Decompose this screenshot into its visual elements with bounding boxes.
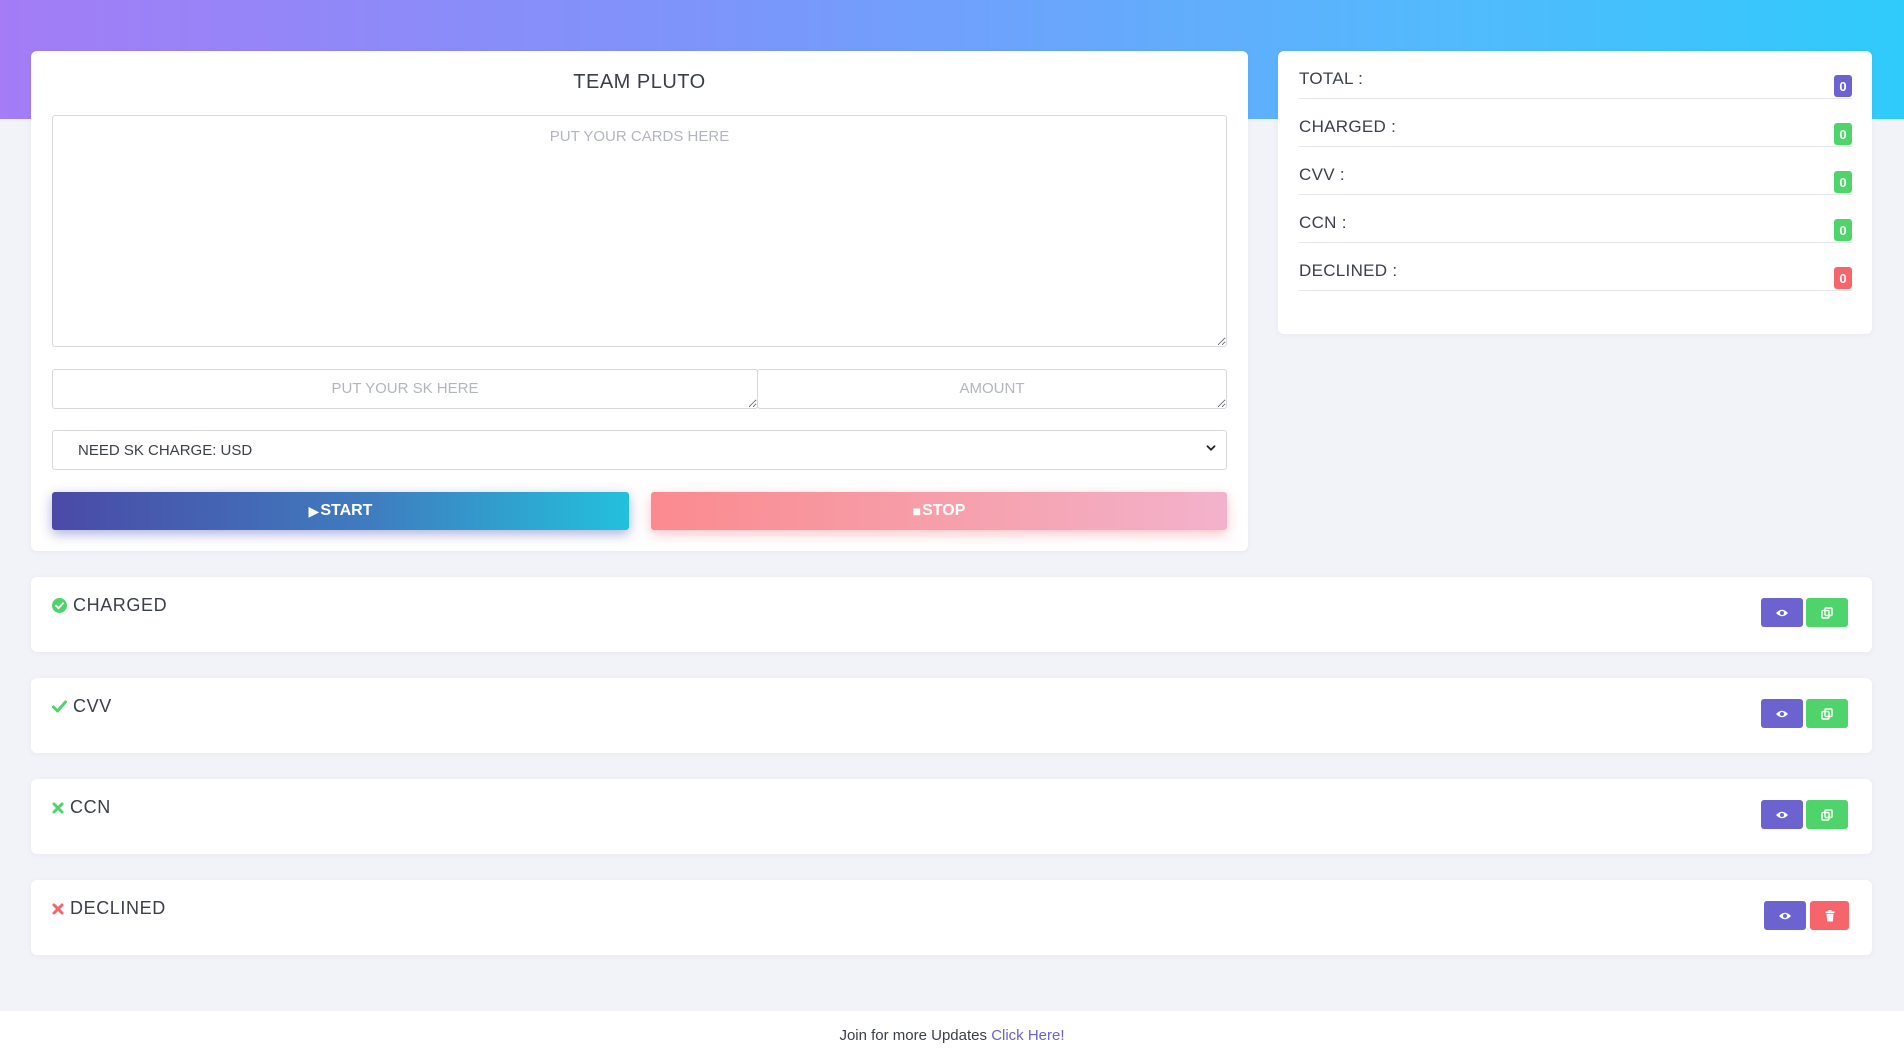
eye-icon (1776, 811, 1788, 818)
copy-icon (1821, 606, 1833, 619)
view-charged-button[interactable] (1761, 598, 1803, 627)
stat-row-total: TOTAL : 0 (1299, 51, 1852, 99)
stat-row-charged: CHARGED : 0 (1299, 99, 1852, 147)
checker-form-card: TEAM PLUTO NEED SK CHARGE: USD ▶ START ■… (31, 51, 1248, 551)
result-title-charged: CHARGED (73, 595, 168, 615)
start-button[interactable]: ▶ START (52, 492, 629, 530)
chevron-down-icon (1206, 445, 1216, 451)
result-title-ccn: CCN (70, 797, 111, 817)
page-title: TEAM PLUTO (573, 71, 706, 93)
view-ccn-button[interactable] (1761, 800, 1803, 829)
check-icon (52, 700, 67, 713)
sk-input[interactable] (52, 369, 758, 409)
stat-badge-total: 0 (1834, 75, 1852, 97)
result-header-ccn: CCN (52, 797, 111, 818)
stat-row-declined: DECLINED : 0 (1299, 243, 1852, 291)
stat-row-ccn: CCN : 0 (1299, 195, 1852, 243)
stop-button-label: STOP (922, 502, 966, 519)
result-title-declined: DECLINED (70, 898, 166, 918)
view-cvv-button[interactable] (1761, 699, 1803, 728)
footer: Join for more Updates Click Here! (0, 1011, 1904, 1050)
stat-badge-declined: 0 (1834, 267, 1852, 289)
eye-icon (1776, 609, 1788, 616)
view-declined-button[interactable] (1764, 901, 1806, 930)
result-card-ccn: CCN (31, 779, 1872, 854)
x-icon (52, 802, 64, 814)
result-header-charged: CHARGED (52, 595, 167, 616)
stat-label-cvv: CVV : (1299, 165, 1345, 184)
sk-charge-select-value: NEED SK CHARGE: USD (78, 441, 253, 459)
result-header-cvv: CVV (52, 696, 112, 717)
sk-charge-select[interactable]: NEED SK CHARGE: USD (52, 430, 1227, 470)
result-card-charged: CHARGED (31, 577, 1872, 652)
play-icon: ▶ (308, 502, 320, 519)
amount-input[interactable] (757, 369, 1227, 409)
stat-label-declined: DECLINED : (1299, 261, 1398, 280)
stop-icon: ■ (912, 503, 922, 519)
result-title-cvv: CVV (73, 696, 112, 716)
stat-label-total: TOTAL : (1299, 69, 1364, 88)
eye-icon (1779, 912, 1791, 919)
stats-card: TOTAL : 0 CHARGED : 0 CVV : 0 CCN : 0 DE… (1278, 51, 1872, 334)
footer-link[interactable]: Click Here! (991, 1027, 1064, 1044)
copy-icon (1821, 707, 1833, 720)
result-card-declined: DECLINED (31, 880, 1872, 955)
x-icon (52, 903, 64, 915)
start-button-label: START (320, 502, 373, 519)
check-circle-icon (52, 598, 67, 613)
copy-icon (1821, 808, 1833, 821)
stat-badge-charged: 0 (1834, 123, 1852, 145)
result-header-declined: DECLINED (52, 898, 166, 919)
cards-input[interactable] (52, 115, 1227, 347)
stat-label-ccn: CCN : (1299, 213, 1347, 232)
stat-badge-ccn: 0 (1834, 219, 1852, 241)
delete-declined-button[interactable] (1810, 901, 1849, 930)
copy-cvv-button[interactable] (1806, 699, 1848, 728)
copy-ccn-button[interactable] (1806, 800, 1848, 829)
trash-icon (1825, 909, 1834, 921)
stop-button[interactable]: ■ STOP (651, 492, 1227, 530)
stat-badge-cvv: 0 (1834, 171, 1852, 193)
stat-row-cvv: CVV : 0 (1299, 147, 1852, 195)
result-card-cvv: CVV (31, 678, 1872, 753)
eye-icon (1776, 710, 1788, 717)
copy-charged-button[interactable] (1806, 598, 1848, 627)
stat-label-charged: CHARGED : (1299, 117, 1397, 136)
footer-text: Join for more Updates (839, 1027, 988, 1044)
